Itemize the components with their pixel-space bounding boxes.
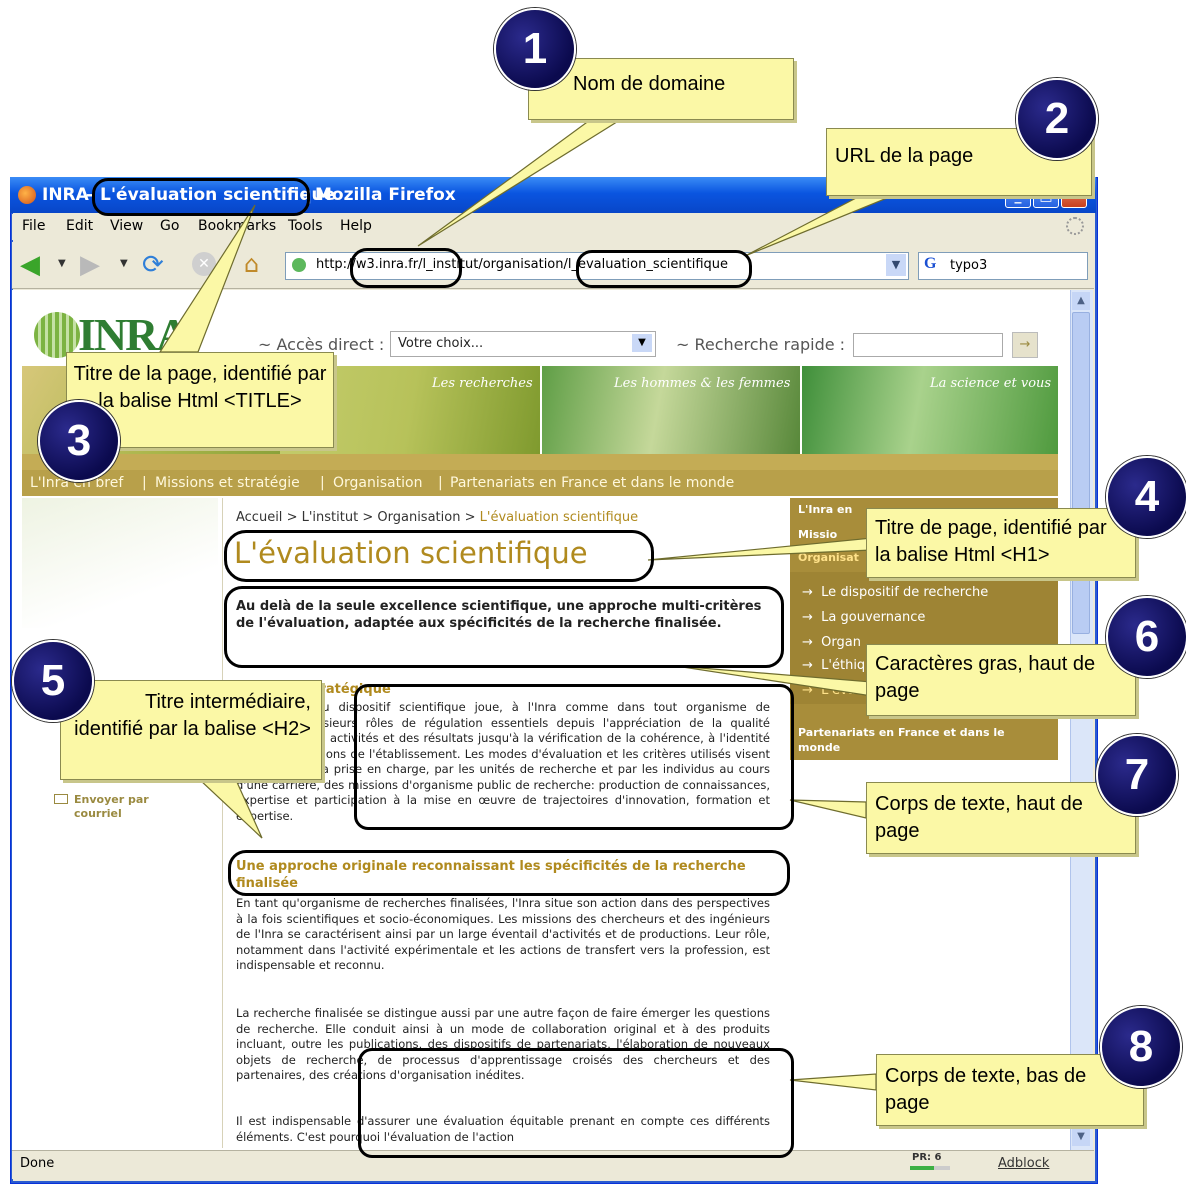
pointer-1 xyxy=(417,119,623,247)
ring-intro xyxy=(224,586,784,668)
callout-h2-tag: Titre intermédiaire, identifié par la ba… xyxy=(60,680,322,780)
badge-4: 4 xyxy=(1106,456,1186,538)
badge-5: 5 xyxy=(12,640,94,722)
callout-body-top: Corps de texte, haut de page xyxy=(866,782,1136,854)
pointer-7 xyxy=(789,799,867,819)
ring-domain xyxy=(350,248,462,288)
ring-h1 xyxy=(224,530,654,582)
ring-h2 xyxy=(228,850,790,896)
badge-6: 6 xyxy=(1106,596,1186,678)
badge-8: 8 xyxy=(1100,1006,1182,1088)
callout-bold-text: Caractères gras, haut de page xyxy=(875,653,1096,702)
callout-h1-tag-text: Titre de page, identifié par la balise H… xyxy=(875,517,1107,566)
ring-body-top xyxy=(354,684,794,830)
ring-title xyxy=(92,178,310,216)
pointer-3 xyxy=(158,204,256,353)
pointer-8 xyxy=(789,1073,877,1091)
ring-body-bottom xyxy=(358,1048,794,1158)
callout-bold: Caractères gras, haut de page xyxy=(866,644,1136,716)
callout-body-bottom-text: Corps de texte, bas de page xyxy=(885,1065,1087,1114)
badge-1: 1 xyxy=(494,8,576,90)
pointer-4 xyxy=(647,537,873,561)
badge-7: 7 xyxy=(1096,734,1178,816)
badge-2: 2 xyxy=(1016,78,1098,160)
pointer-5 xyxy=(198,779,263,839)
callout-h1-tag: Titre de page, identifié par la balise H… xyxy=(866,508,1136,578)
ring-url xyxy=(576,250,752,288)
callout-title-tag-text: Titre de la page, identifié par la balis… xyxy=(73,363,327,412)
badge-3: 3 xyxy=(38,400,120,482)
callout-h2-tag-text: Titre intermédiaire, identifié par la ba… xyxy=(74,691,311,740)
callout-body-top-text: Corps de texte, haut de page xyxy=(875,793,1083,842)
pointer-2 xyxy=(744,195,893,257)
